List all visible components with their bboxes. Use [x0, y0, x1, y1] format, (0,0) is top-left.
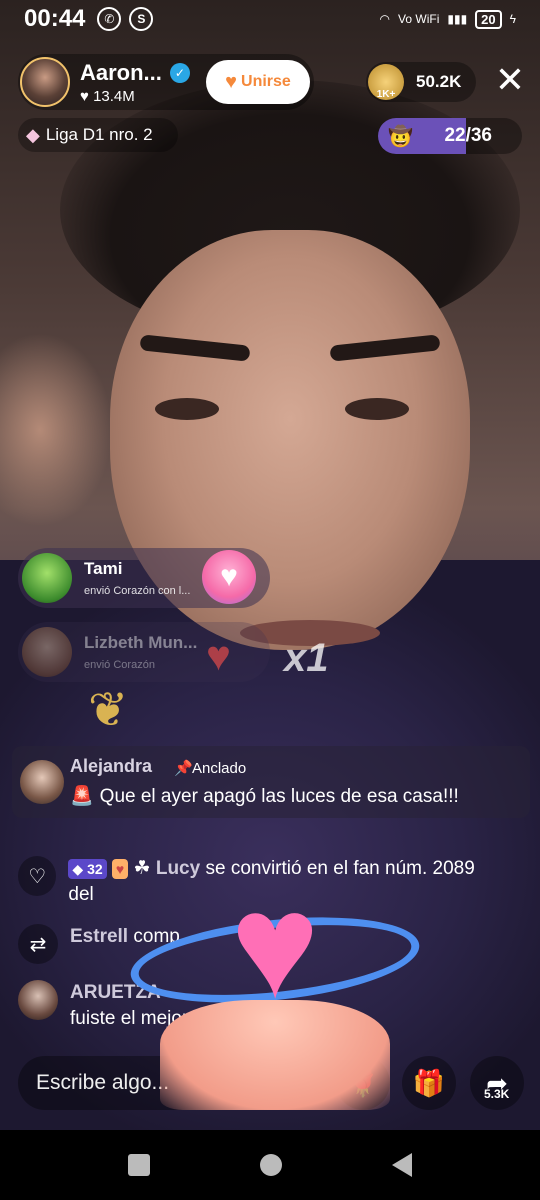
avatar	[22, 627, 72, 677]
viewers-count[interactable]: 1K+ 50.2K	[366, 62, 476, 102]
avatar	[20, 760, 64, 804]
left-eye	[155, 398, 219, 420]
heart-gift-animation: ♥	[126, 860, 424, 1110]
host-name: Aaron...	[80, 59, 162, 85]
join-button[interactable]: ♥ Unirse	[206, 60, 310, 104]
close-icon[interactable]: ✕	[494, 62, 526, 98]
cowboy-hat-icon: 🤠	[388, 125, 413, 148]
whatsapp-icon: ✆	[97, 7, 122, 31]
charging-icon: ϟ	[509, 12, 516, 26]
gift-user: Lizbeth Mun...	[84, 633, 198, 652]
level-badge: ◆ 32	[68, 859, 107, 879]
right-eye	[345, 398, 409, 420]
viewer-badge: 1K+	[368, 64, 404, 100]
system-nav-bar	[0, 1130, 540, 1200]
gift-action: envió Corazón	[84, 659, 155, 671]
share-button[interactable]: ➦	[470, 1056, 524, 1110]
hands-illustration	[160, 1000, 390, 1110]
heart-gift-icon: ♥	[202, 550, 256, 604]
join-label: Unirse	[241, 73, 291, 90]
network-label: Vo WiFi	[398, 12, 440, 26]
level-value: 32	[87, 861, 103, 877]
gift-count: x1	[284, 636, 329, 680]
share-count: 5.3K	[484, 1087, 510, 1101]
rank-label: 22/36	[444, 125, 492, 146]
gift-action: envió Corazón con l...	[84, 585, 191, 597]
pin-icon: 📌	[174, 760, 193, 777]
avatar	[22, 553, 72, 603]
recents-icon[interactable]	[128, 1154, 150, 1176]
home-icon[interactable]	[260, 1154, 282, 1176]
avatar[interactable]	[20, 57, 70, 107]
shazam-icon: S	[129, 7, 154, 31]
bee-brooch-icon: ❦	[88, 684, 129, 737]
avatar	[18, 980, 58, 1020]
battery-indicator: 20	[475, 9, 502, 29]
pinned-comment[interactable]: Alejandra 📌 Anclado 🚨 Que el ayer apagó l…	[12, 746, 530, 818]
siren-icon: 🚨	[70, 786, 94, 807]
host-likes: ♥ 13.4M	[80, 87, 135, 105]
repost-icon[interactable]: ⇄	[18, 924, 58, 964]
signal-icon: ▮▮▮	[447, 12, 468, 26]
verified-icon: ✓	[169, 62, 190, 83]
heart-plus-icon: ♥	[225, 70, 238, 93]
pinned-text: 🚨 Que el ayer apagó las luces de esa casa…	[70, 784, 459, 808]
status-bar: 00:44 ✆ S ◠ Vo WiFi ▮▮▮ 20 ϟ	[0, 0, 540, 38]
heart-icon: ♥	[230, 861, 320, 1029]
heart-outline-icon[interactable]: ♡	[18, 856, 57, 896]
rank-progress[interactable]: 🤠 22/36	[378, 118, 522, 154]
host-profile[interactable]: Aaron... ✓ ♥ 13.4M ♥ Unirse	[18, 54, 314, 110]
wifi-icon: ◠	[379, 12, 391, 26]
fan-badge: ♥	[111, 859, 129, 879]
gift-notification[interactable]: Lizbeth Mun... envió Corazón	[18, 622, 270, 682]
back-icon[interactable]	[392, 1153, 412, 1177]
diamond-icon: ◆	[26, 124, 40, 145]
gift-notification[interactable]: Tami envió Corazón con l... ♥	[18, 548, 270, 608]
league-label: Liga D1 nro. 2	[45, 125, 153, 144]
league-badge[interactable]: ◆ Liga D1 nro. 2	[18, 118, 178, 152]
heart-gift-icon: ♥	[206, 632, 231, 679]
status-time: 00:44	[24, 5, 86, 32]
pinned-label: Anclado	[192, 760, 247, 777]
gift-user: Tami	[84, 559, 123, 578]
pinned-message: Que el ayer apagó las luces de esa casa!…	[99, 786, 459, 807]
pinned-user: Alejandra	[70, 756, 153, 776]
chat-user: Estrell	[70, 926, 129, 947]
viewers-count-label: 50.2K	[416, 72, 462, 91]
